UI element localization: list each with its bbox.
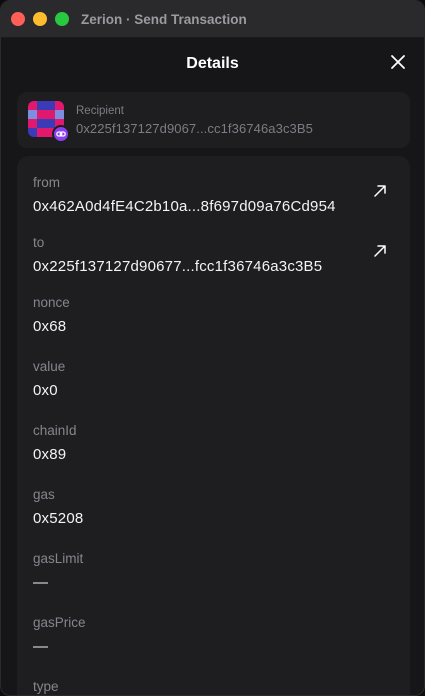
external-link-icon xyxy=(374,185,386,197)
chain-link-icon xyxy=(56,131,66,137)
open-to-link[interactable] xyxy=(370,241,390,261)
field-label: type xyxy=(33,679,59,694)
zoom-window-button[interactable] xyxy=(55,12,69,26)
field-label: value xyxy=(33,359,66,374)
detail-field-gaslimit: gasLimit — xyxy=(33,551,394,591)
field-label: gas xyxy=(33,487,55,502)
field-value: — xyxy=(33,574,49,591)
field-label: gasLimit xyxy=(33,551,84,566)
detail-field-chainid: chainId 0x89 xyxy=(33,423,394,463)
network-badge xyxy=(52,125,70,143)
field-value[interactable]: 0x462A0d4fE4C2b10a...8f697d09a76Cd954 xyxy=(33,198,394,215)
field-value: — xyxy=(33,638,49,655)
detail-field-gasprice: gasPrice — xyxy=(33,615,394,655)
detail-field-value: value 0x0 xyxy=(33,359,394,399)
external-link-icon xyxy=(374,245,386,257)
field-value: 0x5208 xyxy=(33,510,84,527)
close-window-button[interactable] xyxy=(11,12,25,26)
transaction-details-card: from 0x462A0d4fE4C2b10a...8f697d09a76Cd9… xyxy=(17,156,410,695)
recipient-info: Recipient 0x225f137127d9067...cc1f36746a… xyxy=(76,105,313,136)
close-button[interactable] xyxy=(386,50,410,74)
detail-field-nonce: nonce 0x68 xyxy=(33,295,394,335)
page-title: Details xyxy=(186,55,239,72)
app-window: Zerion · Send Transaction Details Recipi… xyxy=(0,0,425,696)
window-titlebar: Zerion · Send Transaction xyxy=(1,1,424,38)
recipient-card: Recipient 0x225f137127d9067...cc1f36746a… xyxy=(17,92,410,148)
detail-field-type: type xyxy=(33,679,394,695)
minimize-window-button[interactable] xyxy=(33,12,47,26)
field-label: chainId xyxy=(33,423,77,438)
field-value: 0x0 xyxy=(33,382,58,399)
close-icon xyxy=(391,55,405,69)
dialog-header: Details xyxy=(1,38,424,90)
recipient-avatar xyxy=(28,101,70,143)
recipient-label: Recipient xyxy=(76,104,124,117)
detail-field-from: from 0x462A0d4fE4C2b10a...8f697d09a76Cd9… xyxy=(33,175,394,215)
field-value[interactable]: 0x225f137127d90677...fcc1f36746a3c3B5 xyxy=(33,258,394,275)
window-title: Zerion · Send Transaction xyxy=(81,11,247,27)
field-label: nonce xyxy=(33,295,70,310)
field-label: to xyxy=(33,235,45,250)
field-value: 0x89 xyxy=(33,446,67,463)
recipient-address: 0x225f137127d9067...cc1f36746a3c3B5 xyxy=(76,120,313,136)
field-label: from xyxy=(33,175,60,190)
open-from-link[interactable] xyxy=(370,181,390,201)
window-controls xyxy=(11,12,69,26)
detail-field-gas: gas 0x5208 xyxy=(33,487,394,527)
field-label: gasPrice xyxy=(33,615,86,630)
detail-field-to: to 0x225f137127d90677...fcc1f36746a3c3B5 xyxy=(33,235,394,275)
field-value: 0x68 xyxy=(33,318,67,335)
